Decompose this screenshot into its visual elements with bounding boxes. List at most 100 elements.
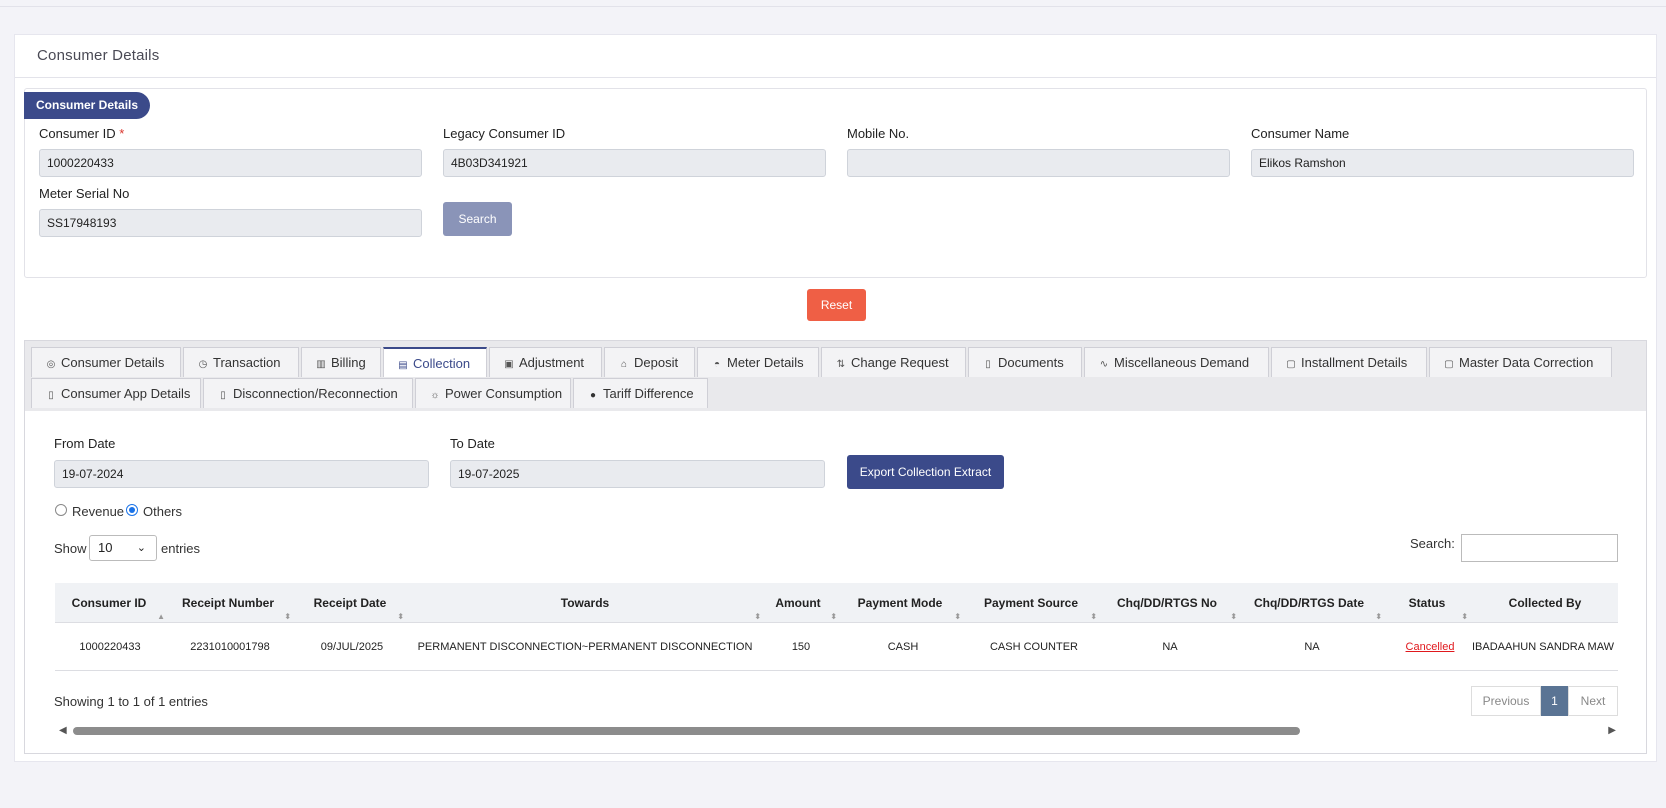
cell-receipt-date: 09/JUL/2025 [320,641,384,653]
col-payment-source[interactable]: Payment Source ⬍ [971,583,1097,623]
col-label: Amount [775,596,821,610]
consumer-name-input[interactable]: Elikos Ramshon [1251,149,1634,177]
to-date-input[interactable]: 19-07-2025 [450,460,825,488]
cell-towards: PERMANENT DISCONNECTION~PERMANENT DISCON… [417,641,753,653]
col-label: Receipt Number [181,596,275,610]
tab-adjustment[interactable]: ▣ Adjustment [489,347,602,377]
tab-consumer-app-details[interactable]: ▯ Consumer App Details [31,378,201,408]
page-1-button[interactable]: 1 [1541,686,1568,716]
tab-consumer-details[interactable]: ◎ Consumer Details [31,347,181,377]
chevron-down-icon: ⌄ [136,542,146,554]
consumer-id-label: Consumer ID * [39,126,124,141]
required-mark: * [119,126,125,141]
chart-icon: ▥ [316,359,326,370]
tab-documents[interactable]: ▯ Documents [968,347,1082,377]
consumer-name-label: Consumer Name [1251,126,1350,141]
tab-deposit[interactable]: ⌂ Deposit [604,347,695,377]
pulse-icon: ∿ [1099,359,1109,370]
revenue-radio[interactable] [55,504,67,516]
tab-label: Installment Details [1301,355,1408,370]
revenue-radio-label: Revenue [72,504,125,519]
cell-chq-date: NA [1304,641,1320,653]
col-towards[interactable]: Towards ⬍ [415,583,761,623]
others-radio[interactable] [126,504,138,516]
col-status[interactable]: Status ⬍ [1392,583,1468,623]
document-icon: ▯ [985,359,991,370]
col-label: Payment Source [983,596,1079,610]
table-row: 1000220433 2231010001798 09/JUL/2025 PER… [55,623,1618,671]
col-payment-mode[interactable]: Payment Mode ⬍ [845,583,961,623]
col-receipt-number[interactable]: Receipt Number ⬍ [169,583,291,623]
tab-disconnection-reconnection[interactable]: ▯ Disconnection/Reconnection [203,378,413,408]
col-label: Receipt Date [313,596,387,610]
legacy-consumer-id-input[interactable]: 4B03D341921 [443,149,826,177]
tab-change-request[interactable]: ⇅ Change Request [821,347,966,377]
col-amount[interactable]: Amount ⬍ [763,583,837,623]
consumer-id-input[interactable]: 1000220433 [39,149,422,177]
tab-meter-details[interactable]: ◓ Meter Details [697,347,819,377]
gauge-icon: ◓ [713,359,721,370]
cell-payment-mode: CASH [887,641,919,653]
tab-billing[interactable]: ▥ Billing [301,347,381,377]
cell-chq-no: NA [1162,641,1178,653]
status-link[interactable]: Cancelled [1392,623,1468,671]
bulb-icon: ☼ [430,390,440,401]
from-date-label: From Date [54,436,116,451]
export-collection-extract-button[interactable]: Export Collection Extract [847,455,1004,489]
previous-page-button[interactable]: Previous [1471,686,1541,716]
col-label: Status [1408,596,1446,610]
col-collected-by[interactable]: Collected By [1465,583,1618,623]
phone-icon: ▯ [220,390,226,401]
reset-button[interactable]: Reset [807,289,866,321]
eye-icon: ◎ [46,359,56,370]
cell-collected-by: IBADAAHUN SANDRA MAW [1472,641,1615,653]
table-search-input[interactable] [1461,534,1618,562]
circle-icon: ● [589,390,597,401]
collection-table: Consumer ID ▲ Receipt Number ⬍ Receipt Dat… [55,583,1618,671]
table-header: Consumer ID ▲ Receipt Number ⬍ Receipt Dat… [55,583,1618,623]
tab-installment-details[interactable]: ▢ Installment Details [1271,347,1427,377]
horizontal-scrollbar[interactable]: ◀ ▶ [55,724,1618,738]
col-label: Chq/DD/RTGS No [1117,596,1217,610]
box-icon: ▢ [1286,359,1296,370]
next-page-button[interactable]: Next [1568,686,1618,716]
col-label: Towards [560,596,610,610]
entries-select-value: 10 [98,540,113,555]
col-consumer-id[interactable]: Consumer ID ▲ [55,583,165,623]
tab-miscellaneous-demand[interactable]: ∿ Miscellaneous Demand [1084,347,1269,377]
tab-label: Documents [998,355,1064,370]
from-date-input[interactable]: 19-07-2024 [54,460,429,488]
swap-icon: ⇅ [836,359,846,370]
col-receipt-date[interactable]: Receipt Date ⬍ [300,583,404,623]
tab-label: Disconnection/Reconnection [233,386,398,401]
tab-label: Change Request [851,355,949,370]
scroll-right-icon[interactable]: ▶ [1608,724,1616,738]
tab-label: Transaction [213,355,281,370]
cell-consumer-id: 1000220433 [79,641,141,653]
tab-label: Adjustment [519,355,585,370]
col-chq-date[interactable]: Chq/DD/RTGS Date ⬍ [1242,583,1382,623]
box-icon: ▢ [1444,359,1454,370]
entries-select[interactable]: 10 ⌄ [89,535,157,561]
show-label: Show [54,541,87,556]
page-title: Consumer Details [37,47,160,64]
tab-label: Master Data Correction [1459,355,1594,370]
tab-master-data-correction[interactable]: ▢ Master Data Correction [1429,347,1612,377]
meter-serial-no-input[interactable]: SS17948193 [39,209,422,237]
mobile-no-input[interactable] [847,149,1230,177]
section-legend: Consumer Details [24,92,151,119]
tab-power-consumption[interactable]: ☼ Power Consumption [415,378,571,408]
cell-amount: 150 [791,641,811,653]
tab-label: Collection [413,356,471,371]
meter-serial-no-label: Meter Serial No [39,186,130,201]
tab-collection[interactable]: ▤ Collection [383,347,487,377]
tab-tariff-difference[interactable]: ● Tariff Difference [573,378,708,408]
tab-label: Deposit [634,355,679,370]
title-divider [15,77,1656,78]
scroll-left-icon[interactable]: ◀ [59,724,67,738]
search-button[interactable]: Search [443,202,512,236]
tab-label: Billing [331,355,366,370]
col-chq-no[interactable]: Chq/DD/RTGS No ⬍ [1103,583,1237,623]
scrollbar-thumb[interactable] [73,727,1300,735]
tab-transaction[interactable]: ◷ Transaction [183,347,299,377]
